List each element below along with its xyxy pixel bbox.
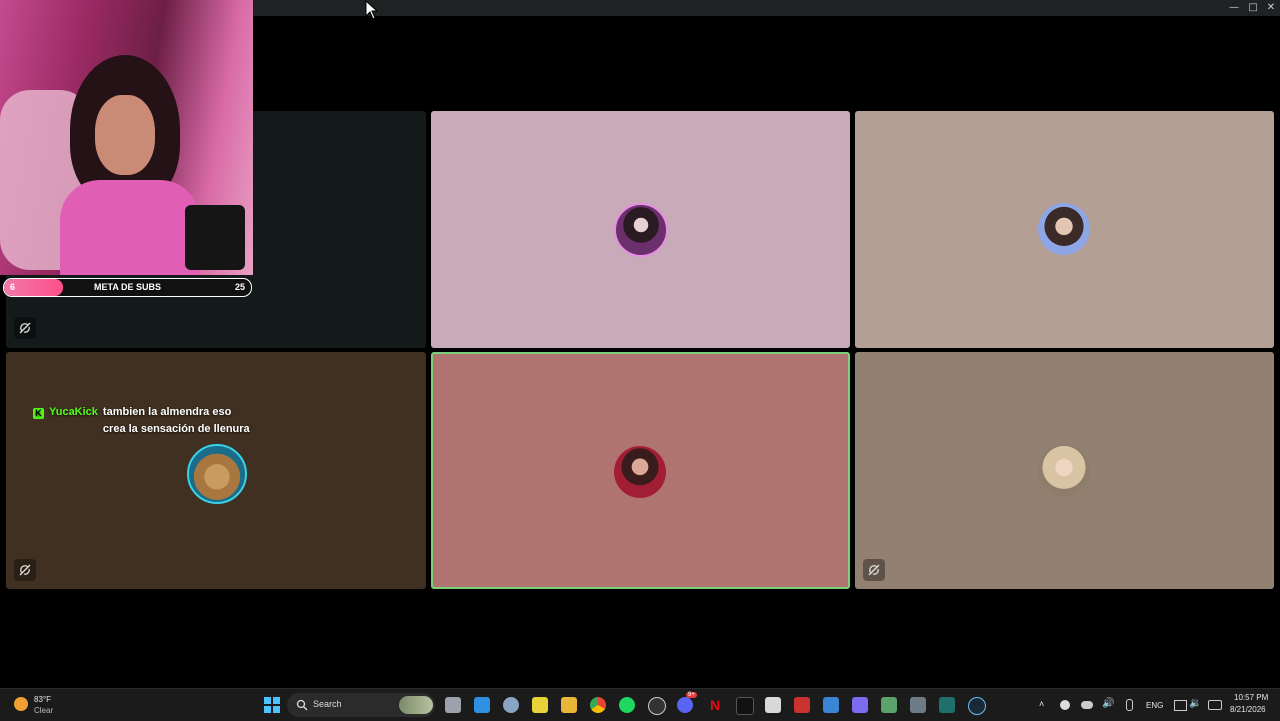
- chat-message-text: tambien la almendra eso crea la sensació…: [102, 406, 250, 435]
- tray-app-icon[interactable]: [1060, 700, 1070, 710]
- participant-tile-2[interactable]: [431, 111, 850, 348]
- steam-icon[interactable]: [968, 697, 986, 715]
- taskbar-search[interactable]: Search: [287, 693, 435, 717]
- streamer-webcam: [0, 0, 253, 275]
- file-explorer-icon[interactable]: [561, 697, 577, 713]
- battery-icon[interactable]: [1208, 700, 1222, 710]
- search-icon: [296, 699, 308, 711]
- sticky-notes-icon[interactable]: [532, 697, 548, 713]
- app-icon[interactable]: [939, 697, 955, 713]
- muted-icon: [14, 317, 36, 339]
- photos-icon[interactable]: [823, 697, 839, 713]
- netflix-icon[interactable]: N: [707, 697, 723, 713]
- settings-gear-icon[interactable]: [503, 697, 519, 713]
- participant-tile-5-active-speaker[interactable]: [431, 352, 850, 589]
- avatar-icon: [614, 446, 666, 498]
- teddy-bear-avatar-icon: [187, 444, 247, 504]
- weather-widget[interactable]: 83°F Clear: [12, 693, 72, 717]
- weather-temp: 83°F: [34, 695, 51, 704]
- sub-goal-progress-bar: 6 META DE SUBS 25: [3, 278, 252, 297]
- speaker-icon[interactable]: 🔉: [1189, 698, 1201, 709]
- app-icon[interactable]: [765, 697, 781, 713]
- calculator-icon[interactable]: [910, 697, 926, 713]
- minimize-button[interactable]: —: [1225, 1, 1243, 15]
- chat-message: K YucaKick tambien la almendra eso crea la…: [33, 404, 273, 438]
- volume-icon[interactable]: 🔊: [1102, 698, 1114, 709]
- network-icon[interactable]: [1174, 700, 1187, 711]
- app-icon[interactable]: [881, 697, 897, 713]
- maximize-button[interactable]: □: [1244, 1, 1262, 15]
- discord-icon[interactable]: 9+: [677, 692, 697, 713]
- taskbar-time[interactable]: 10:57 PM: [1234, 693, 1268, 702]
- muted-icon: [863, 559, 885, 581]
- sub-goal-label: META DE SUBS: [93, 282, 161, 292]
- windows-taskbar: 83°F Clear Search 9+ N ˄ 🔊 ENG 🔉 10:57 P…: [0, 688, 1280, 721]
- spotify-icon[interactable]: [619, 697, 635, 713]
- gamepad-icon[interactable]: [852, 697, 868, 713]
- weather-moon-icon: [14, 697, 28, 711]
- obs-icon[interactable]: [648, 697, 666, 715]
- chevron-up-icon[interactable]: ˄: [1039, 699, 1044, 709]
- avatar-icon: [614, 203, 668, 257]
- participant-tile-4[interactable]: [6, 352, 426, 589]
- avatar-icon: [1038, 444, 1090, 496]
- language-indicator[interactable]: ENG: [1146, 701, 1163, 710]
- weather-condition: Clear: [34, 706, 54, 715]
- tiktok-icon[interactable]: [736, 697, 754, 715]
- discord-badge: 9+: [686, 692, 697, 698]
- participant-tile-6[interactable]: [855, 352, 1274, 589]
- taskbar-date[interactable]: 8/21/2026: [1230, 705, 1266, 714]
- chat-username: YucaKick: [49, 406, 98, 418]
- participant-tile-3[interactable]: [855, 111, 1274, 348]
- microphone-icon[interactable]: [1126, 699, 1133, 711]
- chrome-icon[interactable]: [590, 697, 606, 713]
- app-icon[interactable]: [474, 697, 490, 713]
- kick-icon: K: [33, 408, 44, 419]
- search-highlight-icon: [399, 696, 433, 714]
- task-view-icon[interactable]: [445, 697, 461, 713]
- start-windows-icon[interactable]: [264, 697, 280, 713]
- onedrive-icon[interactable]: [1081, 701, 1093, 709]
- voicemod-icon[interactable]: [794, 697, 810, 713]
- mouse-cursor-icon: [365, 0, 379, 20]
- sub-goal-target: 25: [234, 282, 245, 292]
- close-button[interactable]: ✕: [1262, 1, 1280, 15]
- search-placeholder: Search: [313, 699, 342, 709]
- muted-icon: [14, 559, 36, 581]
- avatar-icon: [1038, 203, 1090, 255]
